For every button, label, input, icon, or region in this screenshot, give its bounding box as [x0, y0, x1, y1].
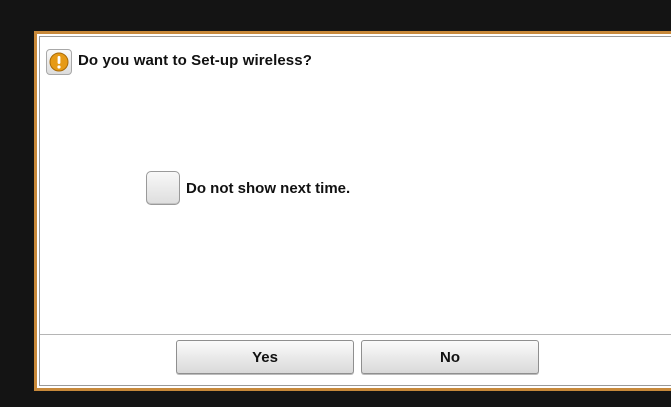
- dialog-title: Do you want to Set-up wireless?: [78, 51, 312, 69]
- dialog-header: Do you want to Set-up wireless?: [46, 45, 312, 75]
- no-button[interactable]: No: [361, 340, 539, 374]
- device-screen: Do you want to Set-up wireless? Do not s…: [0, 0, 671, 407]
- dialog-footer: Yes No: [40, 334, 671, 385]
- do-not-show-label[interactable]: Do not show next time.: [186, 180, 350, 197]
- wireless-setup-dialog: Do you want to Set-up wireless? Do not s…: [34, 31, 671, 391]
- do-not-show-checkbox[interactable]: [146, 171, 180, 205]
- warning-icon: [46, 49, 72, 75]
- yes-button[interactable]: Yes: [176, 340, 354, 374]
- dialog-body: Do you want to Set-up wireless? Do not s…: [39, 36, 671, 386]
- do-not-show-option[interactable]: Do not show next time.: [146, 171, 350, 205]
